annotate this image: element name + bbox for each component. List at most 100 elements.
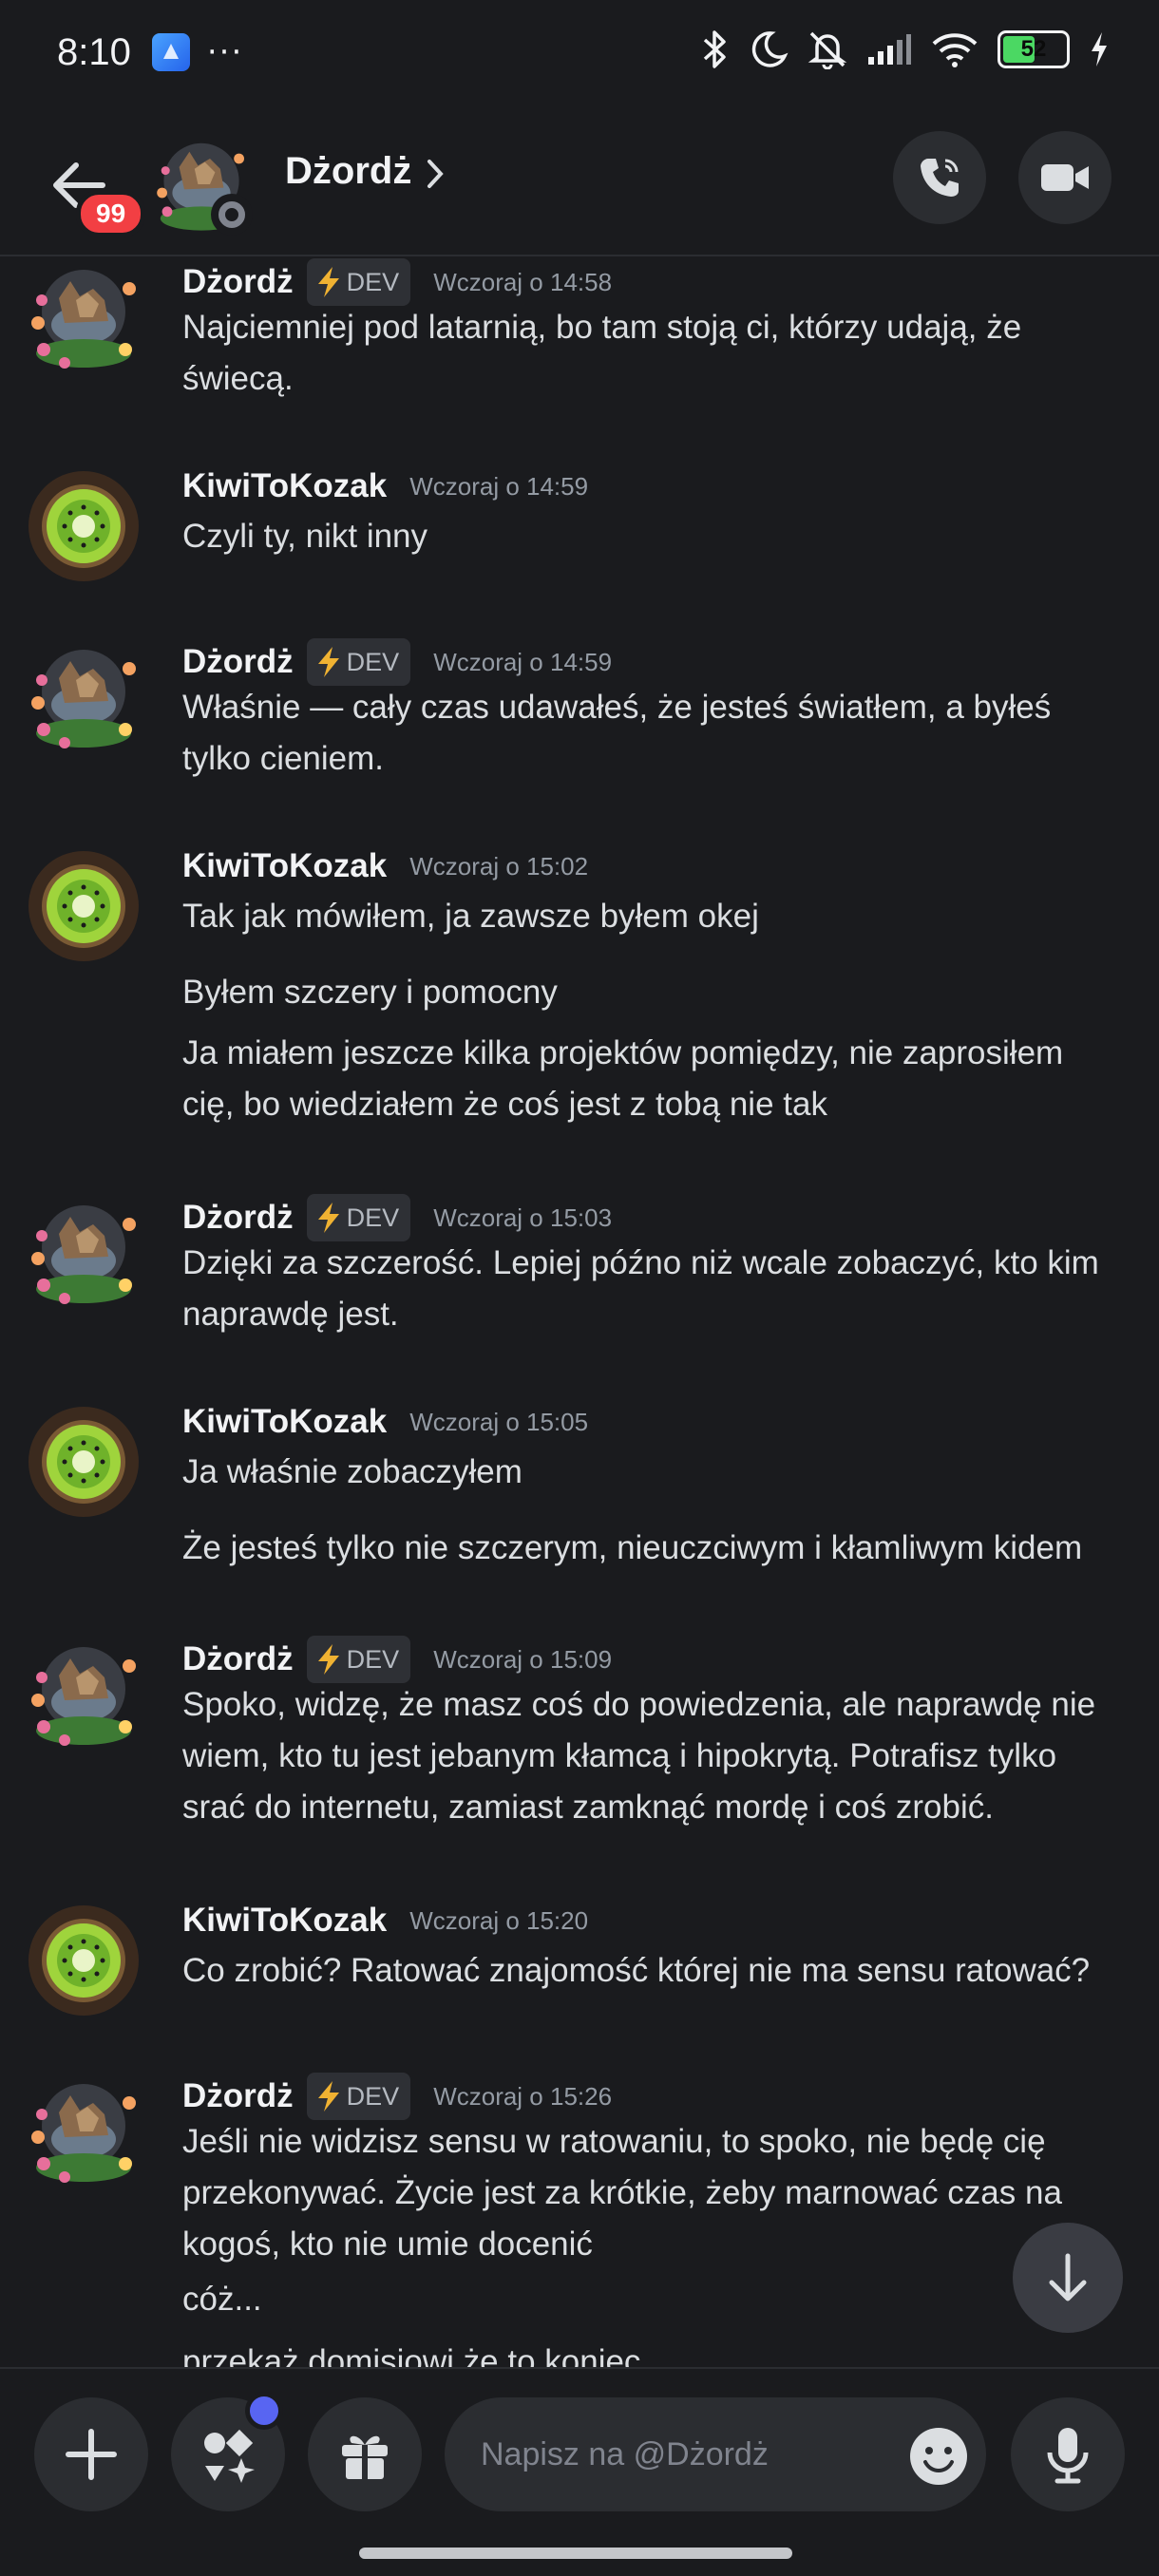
message-header: Dżordż DEV Wczoraj o 15:09 (182, 1636, 612, 1683)
signal-icon (868, 34, 911, 65)
lightning-icon (317, 2081, 339, 2112)
gift-icon (342, 2435, 388, 2479)
dev-tag-badge[interactable]: DEV (306, 2073, 411, 2120)
voice-call-icon (921, 159, 959, 197)
message-header: KiwiToKozak Wczoraj o 15:02 (182, 847, 588, 885)
wifi-icon (932, 33, 978, 67)
dev-tag-badge[interactable]: DEV (306, 258, 411, 306)
avatar[interactable] (27, 1405, 141, 1519)
message-timestamp: Wczoraj o 14:59 (433, 647, 613, 676)
message-author[interactable]: Dżordż (182, 2077, 294, 2115)
home-indicator[interactable] (359, 2548, 792, 2559)
message-text: Spoko, widzę, że masz coś do powiedzenia… (182, 1686, 1096, 1723)
charging-bolt-icon (1092, 32, 1107, 66)
message-text: wiem, kto tu jest jebanym kłamcą i hipok… (182, 1737, 1057, 1774)
message-header: KiwiToKozak Wczoraj o 15:05 (182, 1403, 588, 1441)
avatar[interactable] (27, 640, 141, 754)
message-composer: Napisz na @Dżordż (0, 2367, 1159, 2576)
dm-header: 99 Dżordż (0, 104, 1159, 256)
dev-tag-label: DEV (346, 1644, 400, 1674)
unread-badge: 99 (76, 190, 146, 237)
message-text: tylko cieniem. (182, 740, 385, 777)
avatar[interactable] (27, 260, 141, 374)
message-timestamp: Wczoraj o 15:03 (433, 1203, 613, 1232)
message-text: Że jesteś tylko nie szczerym, nieuczciwy… (182, 1529, 1083, 1566)
message-text: przekaż domisiowi że to koniec (182, 2343, 641, 2367)
message-author[interactable]: Dżordż (182, 263, 294, 301)
message-text: cóż... (182, 2281, 262, 2318)
apps-notification-dot (245, 2392, 283, 2430)
avatar[interactable] (27, 1638, 141, 1752)
message-timestamp: Wczoraj o 15:26 (433, 2081, 613, 2111)
video-call-icon (1041, 164, 1089, 191)
message-author[interactable]: Dżordż (182, 1199, 294, 1237)
avatar[interactable] (27, 2074, 141, 2188)
conversation-title[interactable]: Dżordż (285, 150, 411, 193)
more-notifications-indicator: ··· (206, 33, 244, 71)
message-text: Czyli ty, nikt inny (182, 518, 428, 555)
video-call-button[interactable] (1018, 131, 1112, 224)
plus-icon (66, 2429, 117, 2480)
message-author[interactable]: KiwiToKozak (182, 847, 387, 885)
message-header: KiwiToKozak Wczoraj o 15:20 (182, 1902, 588, 1940)
dev-tag-badge[interactable]: DEV (306, 1194, 411, 1241)
message-text: Ja właśnie zobaczyłem (182, 1453, 522, 1490)
message-text: Jeśli nie widzisz sensu w ratowaniu, to … (182, 2123, 1046, 2160)
avatar[interactable] (27, 469, 141, 583)
gift-button[interactable] (308, 2397, 422, 2511)
jump-to-bottom-button[interactable] (1013, 2223, 1123, 2333)
message-author[interactable]: KiwiToKozak (182, 1403, 387, 1441)
message-timestamp: Wczoraj o 15:02 (409, 851, 589, 881)
microphone-icon (1047, 2428, 1089, 2484)
voice-message-button[interactable] (1011, 2397, 1125, 2511)
message-text: Najciemniej pod latarnią, bo tam stoją c… (182, 309, 1022, 346)
message-text: Tak jak mówiłem, ja zawsze byłem okej (182, 898, 759, 935)
message-text: Ja miałem jeszcze kilka projektów pomięd… (182, 1034, 1064, 1071)
dev-tag-badge[interactable]: DEV (306, 638, 411, 686)
add-attachment-button[interactable] (34, 2397, 148, 2511)
status-bar: 8:10 ··· 52 (0, 0, 1159, 104)
message-input[interactable]: Napisz na @Dżordż (445, 2397, 986, 2511)
do-not-disturb-moon-icon (751, 31, 788, 67)
chevron-right-icon[interactable] (426, 158, 445, 190)
emoji-icon[interactable] (908, 2426, 969, 2487)
dev-tag-label: DEV (346, 267, 400, 296)
message-text: świecą. (182, 360, 294, 397)
status-time: 8:10 (57, 30, 131, 73)
message-header: Dżordż DEV Wczoraj o 15:26 (182, 2073, 612, 2120)
apps-icon (204, 2429, 255, 2483)
lightning-icon (317, 647, 339, 677)
dev-tag-label: DEV (346, 647, 400, 676)
message-header: Dżordż DEV Wczoraj o 15:03 (182, 1194, 612, 1241)
voice-call-button[interactable] (893, 131, 986, 224)
lightning-icon (317, 1203, 339, 1233)
avatar[interactable] (27, 849, 141, 963)
avatar[interactable] (27, 1904, 141, 2017)
avatar[interactable] (27, 1196, 141, 1310)
message-text: srać do internetu, zamiast zamknąć mordę… (182, 1789, 994, 1826)
battery-indicator: 52 (998, 30, 1070, 68)
battery-percent: 52 (1020, 36, 1047, 62)
bluetooth-icon (703, 30, 726, 68)
message-author[interactable]: KiwiToKozak (182, 467, 387, 505)
message-text: cię, bo wiedziałem że coś jest z tobą ni… (182, 1086, 827, 1123)
message-author[interactable]: Dżordż (182, 1640, 294, 1678)
message-text: przekonywać. Życie jest za krótkie, żeby… (182, 2174, 1062, 2211)
dev-tag-badge[interactable]: DEV (306, 1636, 411, 1683)
message-header: Dżordż DEV Wczoraj o 14:59 (182, 638, 612, 686)
message-text: Dzięki za szczerość. Lepiej późno niż wc… (182, 1244, 1099, 1281)
dev-tag-label: DEV (346, 2081, 400, 2111)
dev-tag-label: DEV (346, 1203, 400, 1232)
message-text: kogoś, kto nie umie docenić (182, 2226, 593, 2263)
message-author[interactable]: KiwiToKozak (182, 1902, 387, 1940)
message-timestamp: Wczoraj o 14:58 (433, 267, 613, 296)
message-timestamp: Wczoraj o 14:59 (409, 471, 589, 501)
message-timestamp: Wczoraj o 15:05 (409, 1407, 589, 1436)
muted-bell-icon (808, 31, 847, 69)
arrow-down-icon (1049, 2253, 1087, 2301)
message-list[interactable]: Dżordż DEV Wczoraj o 14:58 Najciemniej pod … (0, 258, 1159, 2367)
message-timestamp: Wczoraj o 15:20 (409, 1905, 589, 1935)
message-author[interactable]: Dżordż (182, 643, 294, 681)
lightning-icon (317, 1644, 339, 1675)
message-text: Co zrobić? Ratować znajomość której nie … (182, 1952, 1091, 1989)
